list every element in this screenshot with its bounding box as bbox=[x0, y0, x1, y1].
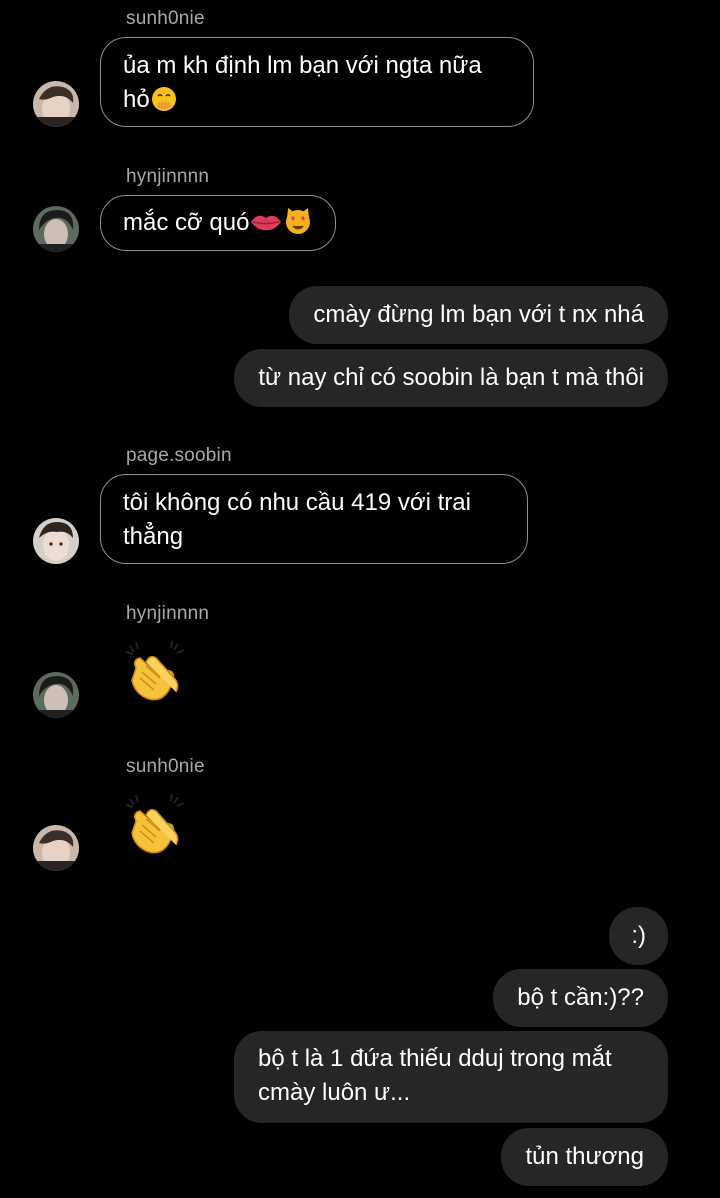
message-text: tôi không có nhu cầu 419 với trai thẳng bbox=[123, 489, 471, 550]
outgoing-message-bubble[interactable]: bộ t là 1 đứa thiếu dduj trong mắt cmày … bbox=[234, 1031, 668, 1123]
sender-name[interactable]: sunh0nie bbox=[126, 8, 205, 30]
outgoing-message-bubble[interactable]: cmày đừng lm bạn với t nx nhá bbox=[289, 286, 668, 344]
incoming-message-bubble[interactable]: ủa m kh định lm bạn với ngta nữa hỏ bbox=[100, 37, 534, 127]
outgoing-message-bubble[interactable]: :) bbox=[609, 907, 668, 965]
avatar[interactable] bbox=[33, 672, 79, 718]
clapping-hands-emoji[interactable] bbox=[122, 791, 192, 861]
outgoing-message-bubble[interactable]: từ nay chỉ có soobin là bạn t mà thôi bbox=[234, 349, 668, 407]
outgoing-message-bubble[interactable]: tủn thương bbox=[501, 1128, 668, 1186]
sender-name[interactable]: hynjinnnn bbox=[126, 166, 209, 188]
avatar[interactable] bbox=[33, 825, 79, 871]
sender-name[interactable]: sunh0nie bbox=[126, 756, 205, 778]
incoming-message-bubble[interactable]: mắc cỡ quó bbox=[100, 195, 337, 251]
avatar[interactable] bbox=[33, 518, 79, 564]
avatar[interactable] bbox=[33, 206, 79, 252]
avatar[interactable] bbox=[33, 81, 79, 127]
sender-name[interactable]: page.soobin bbox=[126, 445, 232, 467]
face-with-hand-over-mouth-emoji bbox=[151, 87, 176, 111]
lips-emoji bbox=[251, 215, 282, 231]
message-text: mắc cỡ quó bbox=[123, 209, 250, 236]
clapping-hands-emoji[interactable] bbox=[122, 638, 192, 708]
sender-name[interactable]: hynjinnnn bbox=[126, 603, 209, 625]
heart-eyes-cat-emoji bbox=[286, 208, 311, 234]
incoming-message-bubble[interactable]: tôi không có nhu cầu 419 với trai thẳng bbox=[100, 474, 528, 564]
outgoing-message-bubble[interactable]: bộ t cần:)?? bbox=[493, 969, 668, 1027]
